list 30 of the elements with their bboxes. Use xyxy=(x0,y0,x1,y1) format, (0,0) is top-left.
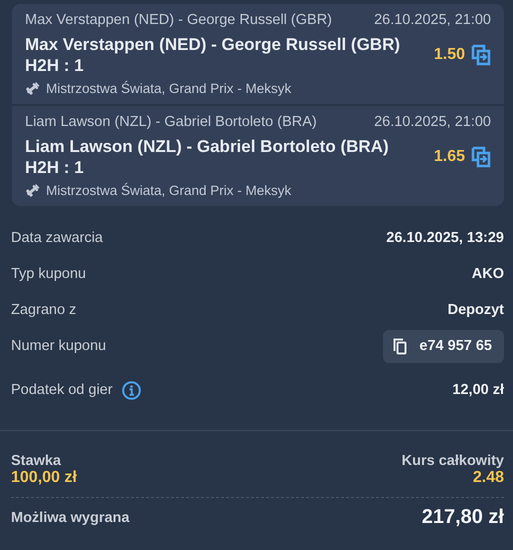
stake-value: 100,00 zł xyxy=(11,469,77,487)
competition-name: Mistrzostwa Świata, Grand Prix - Meksyk xyxy=(46,81,292,96)
copy-selection-icon[interactable] xyxy=(471,146,491,168)
odds-value: 1.50 xyxy=(434,46,465,64)
competition-name: Mistrzostwa Świata, Grand Prix - Meksyk xyxy=(46,183,292,198)
detail-label: Typ kuponu xyxy=(11,266,86,282)
copy-coupon-button[interactable]: e74 957 65 xyxy=(383,330,504,362)
total-odds-value: 2.48 xyxy=(472,469,504,487)
total-odds-label: Kurs całkowity xyxy=(402,453,504,469)
detail-value: 26.10.2025, 13:29 xyxy=(386,230,504,246)
copy-selection-icon[interactable] xyxy=(471,44,491,66)
possible-win-value: 217,80 zł xyxy=(422,506,504,529)
copy-icon xyxy=(393,338,408,354)
info-icon[interactable] xyxy=(122,380,141,400)
detail-label: Podatek od gier xyxy=(11,382,113,398)
odds-value: 1.65 xyxy=(434,148,465,166)
market-name: Liam Lawson (NZL) - Gabriel Bortoleto (BRA) H2H : 1 xyxy=(25,136,390,178)
possible-win-label: Możliwa wygrana xyxy=(11,510,130,526)
detail-value: AKO xyxy=(472,266,504,282)
detail-label: Zagrano z xyxy=(11,302,76,318)
stake-label: Stawka xyxy=(11,453,62,469)
event-name: Liam Lawson (NZL) - Gabriel Bortoleto (BRA) xyxy=(25,114,317,130)
market-name: Max Verstappen (NED) - George Russell (GBR) H2H : 1 xyxy=(25,34,402,76)
detail-label: Numer kuponu xyxy=(11,338,106,354)
event-datetime: 26.10.2025, 21:00 xyxy=(374,12,491,28)
detail-value: Depozyt xyxy=(448,302,504,318)
event-datetime: 26.10.2025, 21:00 xyxy=(374,114,491,130)
detail-value: 12,00 zł xyxy=(452,382,504,398)
detail-label: Data zawarcia xyxy=(11,230,103,246)
event-name: Max Verstappen (NED) - George Russell (GBR) xyxy=(25,12,332,28)
